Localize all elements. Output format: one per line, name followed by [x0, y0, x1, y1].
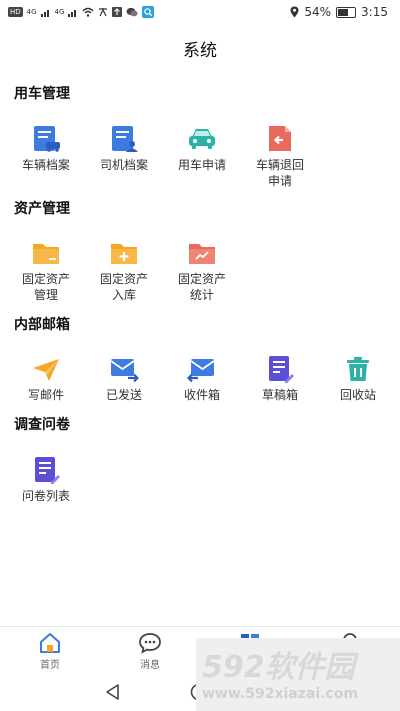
section-title-vehicle: 用车管理: [14, 86, 70, 102]
item-inbox[interactable]: 收件箱: [162, 354, 242, 403]
item-label: 车辆档案: [21, 158, 70, 172]
nav-messages[interactable]: 消息: [120, 632, 180, 671]
item-label-line2: 入库: [111, 288, 136, 302]
chat-icon: [139, 633, 161, 654]
nav-messages-label: 消息: [140, 660, 160, 671]
item-sent-mail[interactable]: 已发送: [84, 354, 164, 403]
nav-home[interactable]: 首页: [20, 632, 80, 671]
item-compose-mail[interactable]: 写邮件: [6, 354, 86, 403]
item-asset-manage[interactable]: 固定资产 管理: [6, 238, 86, 303]
section-title-mail: 内部邮箱: [14, 317, 70, 333]
item-label-line2: 申请: [267, 174, 292, 188]
folder-chart-icon: [189, 244, 215, 264]
battery-icon: [336, 6, 357, 18]
signal-icon: [68, 9, 77, 17]
item-driver-file[interactable]: 司机档案: [84, 124, 164, 173]
item-label-line2: 管理: [33, 288, 58, 302]
wechat-icon: [126, 7, 139, 17]
driver-file-icon: [112, 126, 138, 152]
item-label: 写邮件: [27, 388, 64, 402]
car-icon: [189, 129, 215, 149]
hd-badge: HD: [8, 7, 23, 17]
item-label: 车辆退回: [255, 158, 304, 172]
watermark-logo-text: 592软件园: [202, 650, 355, 685]
inbox-icon: [187, 359, 215, 383]
network-label-1: 4G: [26, 8, 37, 16]
page-title: 系统: [183, 41, 217, 61]
trash-icon: [347, 357, 369, 381]
network-label-2: 4G: [54, 8, 65, 16]
back-icon[interactable]: [104, 683, 122, 701]
battery-percent: 54%: [304, 5, 332, 19]
upload-icon: [112, 7, 123, 17]
status-left: HD 4G 4G: [8, 6, 155, 18]
search-app-icon: [142, 6, 155, 18]
item-label: 司机档案: [99, 158, 148, 172]
mail-sent-icon: [110, 359, 139, 383]
status-right: 54% 3:15: [290, 5, 388, 19]
watermark: 592软件园 www.592xiazai.com: [196, 638, 400, 711]
item-car-request[interactable]: 用车申请: [162, 124, 242, 173]
item-drafts[interactable]: 草稿箱: [240, 354, 320, 403]
folder-icon: [33, 244, 59, 264]
item-label: 问卷列表: [21, 489, 70, 503]
item-label-line2: 统计: [189, 288, 214, 302]
item-vehicle-file[interactable]: 车辆档案: [6, 124, 86, 173]
section-title-survey: 调查问卷: [14, 417, 70, 433]
battery-level: [338, 8, 348, 16]
home-icon: [40, 633, 60, 653]
item-survey-list[interactable]: 问卷列表: [6, 455, 86, 504]
item-label: 草稿箱: [261, 388, 298, 402]
item-label: 固定资产: [177, 272, 226, 286]
survey-list-icon: [35, 457, 60, 484]
item-label: 用车申请: [177, 158, 226, 172]
item-asset-stock-in[interactable]: 固定资产 入库: [84, 238, 164, 303]
item-car-return[interactable]: 车辆退回 申请: [240, 124, 320, 189]
status-bar: HD 4G 4G 54% 3:15: [0, 0, 400, 26]
item-label: 已发送: [105, 388, 142, 402]
wifi-icon: [82, 7, 94, 17]
item-label: 收件箱: [183, 388, 220, 402]
signal-icon: [40, 9, 49, 17]
translate-icon: [99, 8, 108, 17]
car-file-icon: [34, 126, 60, 152]
nav-home-label: 首页: [40, 660, 60, 671]
draft-icon: [269, 356, 294, 383]
item-label: 固定资产: [99, 272, 148, 286]
clock: 3:15: [361, 5, 388, 19]
folder-add-icon: [111, 244, 137, 264]
watermark-url: www.592xiazai.com: [202, 686, 358, 702]
item-label: 固定资产: [21, 272, 70, 286]
location-icon: [290, 6, 299, 18]
item-trash[interactable]: 回收站: [318, 354, 398, 403]
send-icon: [33, 359, 59, 381]
item-asset-stats[interactable]: 固定资产 统计: [162, 238, 242, 303]
item-label: 回收站: [339, 388, 376, 402]
return-icon: [269, 126, 291, 151]
section-title-assets: 资产管理: [14, 201, 70, 217]
